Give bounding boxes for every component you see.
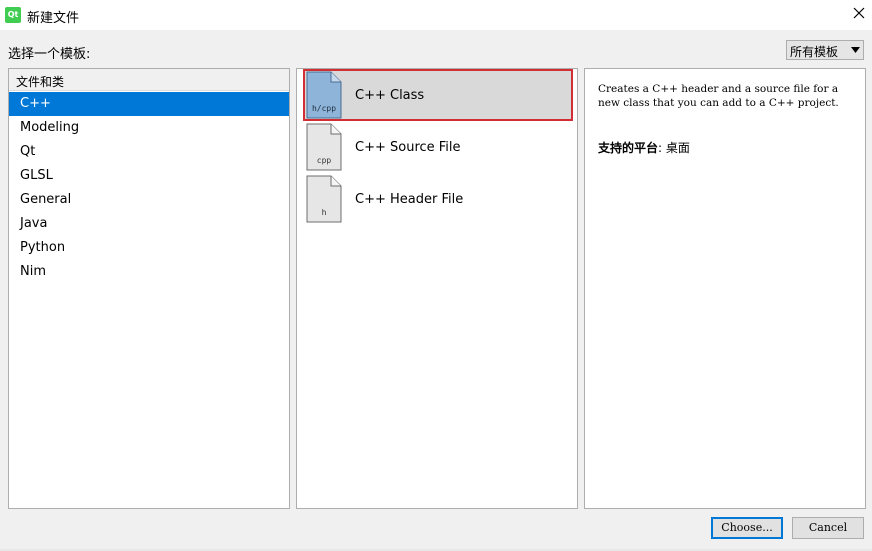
file-icon-text: cpp xyxy=(317,156,332,165)
cpp-source-file-icon: cpp xyxy=(306,123,342,171)
choose-button[interactable]: Choose... xyxy=(711,517,783,539)
qt-app-icon: Qt xyxy=(5,7,21,23)
template-item-cpp-header[interactable]: h C++ Header File xyxy=(303,173,573,225)
cpp-header-file-icon: h xyxy=(306,175,342,223)
category-item-glsl[interactable]: GLSL xyxy=(9,164,289,188)
category-item-general[interactable]: General xyxy=(9,188,289,212)
platform-value: : 桌面 xyxy=(658,141,690,155)
category-item-modeling[interactable]: Modeling xyxy=(9,116,289,140)
category-item-qt[interactable]: Qt xyxy=(9,140,289,164)
category-list: 文件和类 C++ Modeling Qt GLSL General Java P… xyxy=(8,68,290,509)
supported-platforms: 支持的平台: 桌面 xyxy=(598,139,690,156)
template-item-cpp-class[interactable]: h/cpp C++ Class xyxy=(303,69,573,121)
category-header: 文件和类 xyxy=(9,69,289,91)
category-item-java[interactable]: Java xyxy=(9,212,289,236)
platform-label: 支持的平台 xyxy=(598,141,659,155)
category-item-cpp[interactable]: C++ xyxy=(9,92,289,116)
category-item-python[interactable]: Python xyxy=(9,236,289,260)
template-item-cpp-source[interactable]: cpp C++ Source File xyxy=(303,121,573,173)
file-icon-text: h/cpp xyxy=(312,104,336,113)
template-label: C++ Class xyxy=(355,88,425,103)
window-title: 新建文件 xyxy=(27,11,80,26)
template-label: C++ Source File xyxy=(355,140,461,155)
category-item-nim[interactable]: Nim xyxy=(9,260,289,284)
template-filter-value: 所有模板 xyxy=(790,45,839,59)
select-template-label: 选择一个模板: xyxy=(8,47,91,62)
chevron-down-icon xyxy=(851,47,860,53)
template-label: C++ Header File xyxy=(355,192,464,207)
template-description-panel: Creates a C++ header and a source file f… xyxy=(584,68,866,509)
close-icon[interactable] xyxy=(852,6,866,20)
file-icon-text: h xyxy=(322,208,327,217)
category-header-label: 文件和类 xyxy=(16,75,65,89)
template-description: Creates a C++ header and a source file f… xyxy=(598,83,839,109)
template-list: h/cpp C++ Class cpp C++ Source File h C+… xyxy=(296,68,578,509)
template-filter-dropdown[interactable]: 所有模板 xyxy=(786,40,864,60)
title-bar: Qt 新建文件 xyxy=(0,0,872,30)
cancel-button[interactable]: Cancel xyxy=(792,517,864,539)
cpp-class-file-icon: h/cpp xyxy=(306,71,342,119)
